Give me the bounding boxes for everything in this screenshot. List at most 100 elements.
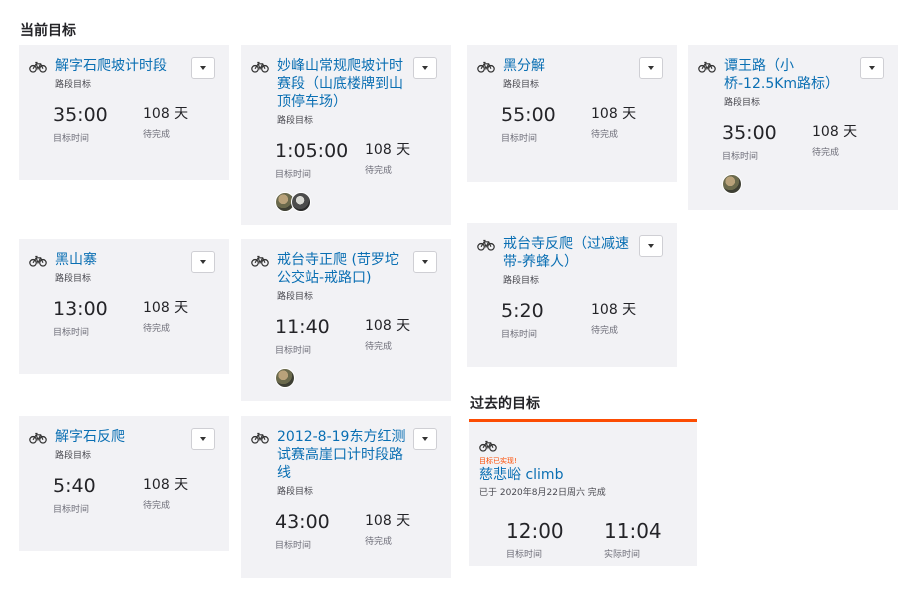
goal-menu-button[interactable] xyxy=(191,251,215,273)
goal-type-label: 路段目标 xyxy=(55,451,92,461)
pending-label: 待完成 xyxy=(143,324,171,334)
goal-menu-button[interactable] xyxy=(413,251,437,273)
goal-type-label: 路段目标 xyxy=(277,116,314,126)
days-remaining-value: 108 天 xyxy=(365,513,411,529)
target-time-value: 5:40 xyxy=(53,475,96,497)
pending-label: 待完成 xyxy=(365,342,393,352)
chevron-down-icon xyxy=(422,260,428,264)
target-time-label: 目标时间 xyxy=(53,134,90,144)
days-remaining-value: 108 天 xyxy=(365,142,411,158)
goal-card: 谭王路（小桥-12.5Km路标） 路段目标 35:00 目标时间 108 天待完成 xyxy=(688,45,898,210)
bicycle-icon xyxy=(477,239,495,251)
avatar[interactable] xyxy=(291,192,311,212)
target-time-value: 35:00 xyxy=(722,122,777,144)
goal-card: 黑分解 路段目标 55:00 目标时间 108 天待完成 xyxy=(467,45,677,182)
target-time-value: 1:05:00 xyxy=(275,140,349,162)
past-goal-card: 目标已实现! 慈悲峪 climb 已于 2020年8月22日周六 完成 12:0… xyxy=(469,419,697,566)
goal-card: 2012-8-19东方红测试赛高崖口计时段路线 路段目标 43:00 目标时间 1… xyxy=(241,416,451,578)
goal-type-label: 路段目标 xyxy=(277,487,314,497)
goal-title-link[interactable]: 解字石反爬 xyxy=(55,428,189,446)
goal-menu-button[interactable] xyxy=(191,57,215,79)
bicycle-icon xyxy=(29,255,47,267)
target-time-label: 目标时间 xyxy=(275,541,312,551)
days-remaining-value: 108 天 xyxy=(143,300,189,316)
chevron-down-icon xyxy=(648,244,654,248)
goal-title-link[interactable]: 2012-8-19东方红测试赛高崖口计时段路线 xyxy=(277,428,411,482)
current-goals-heading: 当前目标 xyxy=(20,23,76,39)
completion-date: 已于 2020年8月22日周六 完成 xyxy=(479,488,606,498)
chevron-down-icon xyxy=(200,437,206,441)
goal-menu-button[interactable] xyxy=(413,428,437,450)
bicycle-icon xyxy=(479,440,497,452)
goal-type-label: 路段目标 xyxy=(55,80,92,90)
goal-card: 解字石反爬 路段目标 5:40 目标时间 108 天待完成 xyxy=(19,416,229,551)
pending-label: 待完成 xyxy=(143,130,171,140)
days-remaining-value: 108 天 xyxy=(591,302,637,318)
goal-card: 黑山寨 路段目标 13:00 目标时间 108 天待完成 xyxy=(19,239,229,374)
goal-menu-button[interactable] xyxy=(191,428,215,450)
pending-label: 待完成 xyxy=(365,166,393,176)
chevron-down-icon xyxy=(200,66,206,70)
follower-avatars xyxy=(698,174,888,194)
days-remaining-value: 108 天 xyxy=(365,318,411,334)
past-goal-title-link[interactable]: 慈悲峪 climb xyxy=(479,466,687,484)
target-time-label: 目标时间 xyxy=(53,328,90,338)
days-remaining-value: 108 天 xyxy=(143,106,189,122)
goal-title-link[interactable]: 戒台寺正爬 (苛罗坨公交站-戒路口) xyxy=(277,251,411,287)
target-time-value: 13:00 xyxy=(53,298,108,320)
target-time-label: 目标时间 xyxy=(501,330,538,340)
pending-label: 待完成 xyxy=(591,130,619,140)
goal-title-link[interactable]: 谭王路（小桥-12.5Km路标） xyxy=(724,57,858,93)
goal-type-label: 路段目标 xyxy=(724,98,761,108)
follower-avatars xyxy=(251,192,441,212)
target-time-label: 目标时间 xyxy=(275,346,312,356)
goal-title-link[interactable]: 戒台寺反爬（过减速带-养蜂人） xyxy=(503,235,637,271)
pending-label: 待完成 xyxy=(591,326,619,336)
chevron-down-icon xyxy=(648,66,654,70)
bicycle-icon xyxy=(251,255,269,267)
bicycle-icon xyxy=(29,432,47,444)
target-time-label: 目标时间 xyxy=(275,170,312,180)
goal-menu-button[interactable] xyxy=(639,235,663,257)
target-time-value: 12:00 xyxy=(506,519,564,543)
goal-card: 戒台寺反爬（过减速带-养蜂人） 路段目标 5:20 目标时间 108 天待完成 xyxy=(467,223,677,367)
bicycle-icon xyxy=(251,432,269,444)
bicycle-icon xyxy=(477,61,495,73)
goal-title-link[interactable]: 黑山寨 xyxy=(55,251,189,269)
avatar[interactable] xyxy=(722,174,742,194)
days-remaining-value: 108 天 xyxy=(143,477,189,493)
chevron-down-icon xyxy=(422,437,428,441)
goal-card: 解字石爬坡计时段 路段目标 35:00 目标时间 108 天待完成 xyxy=(19,45,229,180)
goal-title-link[interactable]: 解字石爬坡计时段 xyxy=(55,57,189,75)
chevron-down-icon xyxy=(869,66,875,70)
goal-type-label: 路段目标 xyxy=(55,274,92,284)
bicycle-icon xyxy=(698,61,716,73)
goal-type-label: 路段目标 xyxy=(277,292,314,302)
target-time-label: 目标时间 xyxy=(506,550,543,560)
target-time-value: 5:20 xyxy=(501,300,544,322)
pending-label: 待完成 xyxy=(365,537,393,547)
follower-avatars xyxy=(251,368,441,388)
target-time-value: 55:00 xyxy=(501,104,556,126)
goal-type-label: 路段目标 xyxy=(503,80,540,90)
goal-menu-button[interactable] xyxy=(860,57,884,79)
goal-achieved-badge: 目标已实现! xyxy=(479,457,517,465)
target-time-label: 目标时间 xyxy=(722,152,759,162)
target-time-value: 43:00 xyxy=(275,511,330,533)
pending-label: 待完成 xyxy=(143,501,171,511)
goal-title-link[interactable]: 黑分解 xyxy=(503,57,637,75)
goal-card: 妙峰山常规爬坡计时赛段（山底楼牌到山顶停车场） 路段目标 1:05:00 目标时间… xyxy=(241,45,451,225)
target-time-label: 目标时间 xyxy=(501,134,538,144)
goal-menu-button[interactable] xyxy=(639,57,663,79)
goal-title-link[interactable]: 妙峰山常规爬坡计时赛段（山底楼牌到山顶停车场） xyxy=(277,57,411,111)
avatar[interactable] xyxy=(275,368,295,388)
days-remaining-value: 108 天 xyxy=(591,106,637,122)
target-time-value: 35:00 xyxy=(53,104,108,126)
chevron-down-icon xyxy=(200,260,206,264)
pending-label: 待完成 xyxy=(812,148,840,158)
goal-card: 戒台寺正爬 (苛罗坨公交站-戒路口) 路段目标 11:40 目标时间 108 天待… xyxy=(241,239,451,401)
goal-menu-button[interactable] xyxy=(413,57,437,79)
actual-time-value: 11:04 xyxy=(604,519,662,543)
goal-type-label: 路段目标 xyxy=(503,276,540,286)
target-time-label: 目标时间 xyxy=(53,505,90,515)
